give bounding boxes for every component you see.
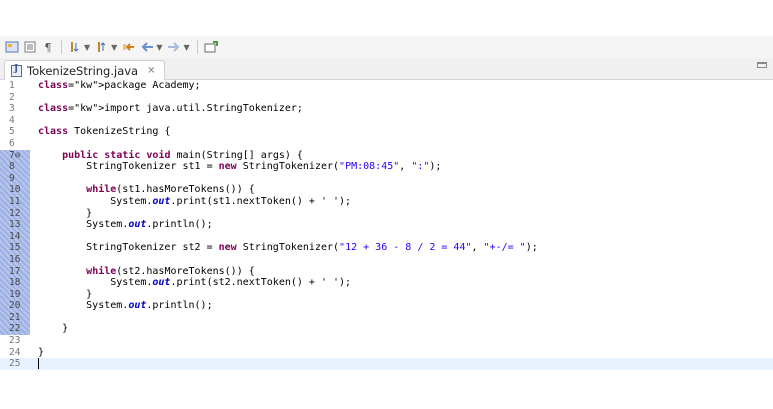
top-blank-area [0,0,773,36]
code-editor[interactable]: 1 class="kw">package Academy; 2 3 class="kw"… [0,80,773,409]
tab-title: TokenizeString.java [27,63,139,78]
last-edit-icon[interactable] [121,39,137,55]
code-text: StringTokenizer st1 = new StringTokenize… [38,161,442,173]
code-line[interactable]: 18 System.out.print(st2.nextToken() + ' … [0,277,773,289]
code-text: class TokenizeString { [38,126,171,138]
line-number: 24 [9,346,21,358]
line-number: 3 [9,103,15,115]
code-line[interactable]: 11 System.out.print(st1.nextToken() + ' … [0,195,773,208]
code-line[interactable]: 13 System.out.println(); [0,219,773,231]
code-text: } [38,288,93,300]
line-number: 15 [0,242,30,254]
code-text: System.out.println(); [38,219,213,231]
code-line[interactable]: 9 [0,172,773,185]
line-number: 8 [0,161,30,173]
code-text: while(st1.hasMoreTokens()) { [86,184,255,196]
code-line[interactable]: 14 [0,230,773,243]
line-number: 1 [9,80,15,91]
line-number: 14 [0,230,30,243]
line-number: 10 [0,184,30,196]
chevron-down-icon[interactable]: ▼ [156,43,162,52]
line-number: 21 [0,311,30,324]
line-number: 7⊖ [0,149,30,162]
toolbar-separator [196,40,198,54]
code-text: System.out.print(st1.nextToken() + ' '); [38,195,352,207]
prev-annotation-icon[interactable] [94,39,110,55]
code-line[interactable]: 23 [0,335,773,347]
chevron-down-icon[interactable]: ▼ [111,43,117,52]
java-file-icon [11,64,22,77]
close-icon[interactable]: ⨯ [147,65,155,76]
minimize-icon[interactable] [757,62,767,68]
line-number: 19 [0,288,30,301]
code-line[interactable]: 15 StringTokenizer st2 = new StringToken… [0,242,773,254]
code-line[interactable]: 1 class="kw">package Academy; [0,80,773,92]
code-line[interactable]: 2 [0,92,773,104]
code-text: class="kw">import java.util.StringTokeni… [38,103,303,115]
code-line[interactable]: 12 } [0,207,773,220]
line-number: 12 [0,207,30,220]
code-line[interactable]: 3 class="kw">import java.util.StringToken… [0,103,773,115]
chevron-down-icon[interactable]: ▼ [183,43,189,52]
code-text: System.out.print(st2.nextToken() + ' '); [38,277,352,289]
line-number: 25 [9,358,21,370]
line-number: 2 [9,91,15,103]
tab-tokenizestring-java[interactable]: TokenizeString.java ⨯ [4,60,165,80]
line-number: 6 [9,137,15,149]
line-number: 13 [0,219,30,231]
code-line[interactable]: 6 [0,138,773,150]
text-cursor [38,358,39,370]
code-line[interactable]: 19 } [0,288,773,301]
line-number: 18 [0,277,30,289]
code-line[interactable]: 22 } [0,323,773,336]
line-number: 23 [9,335,21,347]
code-text [38,358,39,370]
code-line[interactable]: 17 while(st2.hasMoreTokens()) { [0,265,773,278]
line-number: 9 [0,172,30,185]
code-line[interactable]: 21 [0,311,773,324]
code-line[interactable]: 10 while(st1.hasMoreTokens()) { [0,184,773,196]
code-text: StringTokenizer st2 = new StringTokenize… [38,242,538,254]
code-text: } [38,207,93,219]
line-number: 22 [0,323,30,336]
editor-toolbar: ¶ ▼ ▼ ▼ ▼ [0,36,773,58]
code-text: System.out.println(); [38,300,213,312]
code-line[interactable]: 7⊖ public static void main(String[] args… [0,149,773,162]
code-line[interactable]: 8 StringTokenizer st1 = new StringTokeni… [0,161,773,173]
code-line[interactable]: 16 [0,253,773,266]
next-annotation-icon[interactable] [67,39,83,55]
line-number: 20 [0,300,30,312]
pin-editor-icon[interactable] [203,39,219,55]
code-line[interactable]: 24} [0,347,773,359]
code-text: public static void main(String[] args) { [62,149,303,161]
back-icon[interactable] [139,39,155,55]
code-line[interactable]: 25 [0,358,773,370]
code-text: while(st2.hasMoreTokens()) { [86,265,255,277]
line-number: 17 [0,265,30,278]
code-text: class="kw">package Academy; [38,80,201,91]
toolbar-separator [61,40,62,54]
line-number: 5 [9,126,15,138]
code-text: } [38,323,69,335]
line-number: 11 [0,195,30,208]
code-line[interactable]: 4 [0,115,773,127]
editor-tab-bar: TokenizeString.java ⨯ [0,58,773,80]
chevron-down-icon[interactable]: ▼ [84,43,90,52]
line-number: 16 [0,253,30,266]
open-type-icon[interactable] [4,39,20,55]
forward-icon[interactable] [166,39,182,55]
code-line[interactable]: 5 class TokenizeString { [0,126,773,138]
line-number: 4 [9,114,15,126]
pilcrow-icon[interactable]: ¶ [40,39,56,55]
code-text: } [38,346,45,358]
code-line[interactable]: 20 System.out.println(); [0,300,773,312]
show-whitespace-icon[interactable] [22,39,38,55]
